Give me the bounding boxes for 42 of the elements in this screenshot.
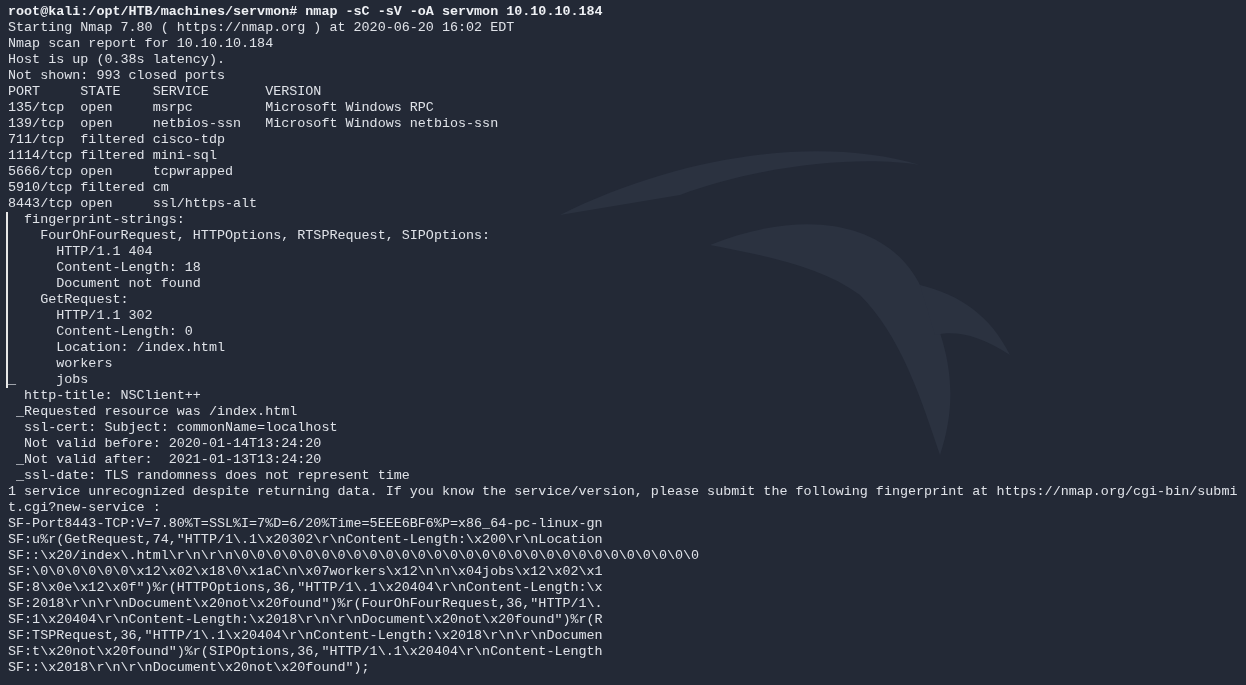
- output-line: fingerprint-strings:: [23, 212, 185, 227]
- output-line: _ jobs: [8, 372, 89, 387]
- output-line: HTTP/1.1 302: [55, 308, 153, 323]
- command-line: root@kali:/opt/HTB/machines/servmon# nmap -sC -sV -oA servmon 10.10.10.184: [8, 4, 603, 19]
- output-line: SF:8\x0e\x12\x0f")%r(HTTPOptions,36,"HTTP/1\.1\x20404\r\nContent-Length:\x: [8, 580, 603, 595]
- output-line: Host is up (0.38s latency).: [8, 52, 225, 67]
- output-line: _ssl-date: TLS randomness does not represent time: [15, 468, 410, 483]
- output-line: _Requested resource was /index.html: [15, 404, 298, 419]
- output-line: SF:u%r(GetRequest,74,"HTTP/1\.1\x20302\r\nContent-Length:\x200\r\nLocation: [8, 532, 603, 547]
- output-line: SF:t\x20not\x20found")%r(SIPOptions,36,"HTTP/1\.1\x20404\r\nContent-Length: [8, 644, 603, 659]
- output-line: 1114/tcp filtered mini-sql: [8, 148, 217, 163]
- output-line: Location: /index.html: [55, 340, 225, 355]
- output-line: workers: [55, 356, 113, 371]
- output-line: ssl-cert: Subject: commonName=localhost: [23, 420, 338, 435]
- output-line: 139/tcp open netbios-ssn Microsoft Windows netbios-ssn: [8, 116, 499, 131]
- output-line: PORT STATE SERVICE VERSION: [8, 84, 322, 99]
- output-line: SF:2018\r\n\r\nDocument\x20not\x20found")%r(FourOhFourRequest,36,"HTTP/1\.: [8, 596, 603, 611]
- output-line: SF::\x20/index\.html\r\n\r\n\0\0\0\0\0\0\0\0\0\0\0\0\0\0\0\0\0\0\0\0\0\0\0\0\0\0\0\0\0: [8, 548, 700, 563]
- output-line: Not shown: 993 closed ports: [8, 68, 225, 83]
- output-line: Content-Length: 18: [55, 260, 201, 275]
- output-line: _Not valid after: 2021-01-13T13:24:20: [15, 452, 322, 467]
- output-line: FourOhFourRequest, HTTPOptions, RTSPRequest, SIPOptions:: [39, 228, 491, 243]
- output-line: Not valid before: 2020-01-14T13:24:20: [23, 436, 322, 451]
- output-line: 8443/tcp open ssl/https-alt: [8, 196, 258, 211]
- output-line: Document not found: [55, 276, 201, 291]
- output-line: SF:\0\0\0\0\0\0\x12\x02\x18\0\x1aC\n\x07workers\x12\n\n\x04jobs\x12\x02\x1: [8, 564, 603, 579]
- output-line: SF-Port8443-TCP:V=7.80%T=SSL%I=7%D=6/20%Time=5EEE6BF6%P=x86_64-pc-linux-gn: [8, 516, 603, 531]
- output-line: 5910/tcp filtered cm: [8, 180, 169, 195]
- output-line: Content-Length: 0: [55, 324, 193, 339]
- output-line: SF:1\x20404\r\nContent-Length:\x2018\r\n\r\nDocument\x20not\x20found")%r(R: [8, 612, 603, 627]
- output-line: GetRequest:: [39, 292, 129, 307]
- output-line: 5666/tcp open tcpwrapped: [8, 164, 233, 179]
- output-line: http-title: NSClient++: [23, 388, 201, 403]
- output-line: 711/tcp filtered cisco-tdp: [8, 132, 225, 147]
- output-line: Nmap scan report for 10.10.10.184: [8, 36, 274, 51]
- output-line: 1 service unrecognized despite returning data. If you know the service/version, please submit the following fingerprint at https://nmap.org/cgi-bin/submi: [8, 484, 1238, 499]
- output-line: 135/tcp open msrpc Microsoft Windows RPC: [8, 100, 434, 115]
- output-line: t.cgi?new-service :: [8, 500, 161, 515]
- output-line: Starting Nmap 7.80 ( https://nmap.org ) at 2020-06-20 16:02 EDT: [8, 20, 515, 35]
- output-line: SF::\x2018\r\n\r\nDocument\x20not\x20found");: [8, 660, 370, 675]
- output-line: SF:TSPRequest,36,"HTTP/1\.1\x20404\r\nContent-Length:\x2018\r\n\r\nDocumen: [8, 628, 603, 643]
- output-line: HTTP/1.1 404: [55, 244, 153, 259]
